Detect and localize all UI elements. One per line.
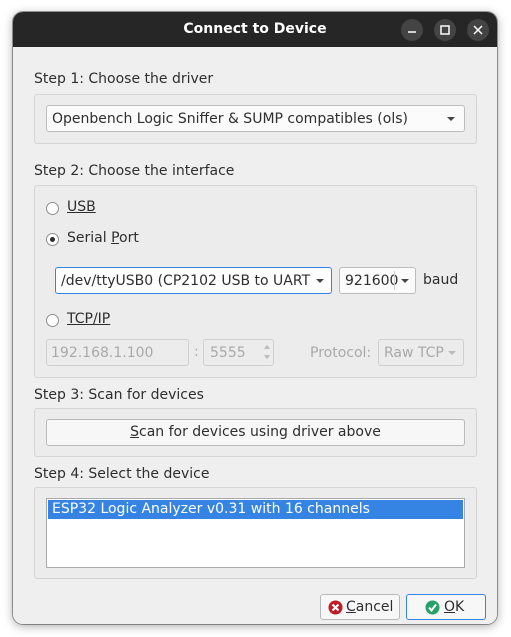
protocol-value: Raw TCP xyxy=(384,345,444,361)
host-port-separator: : xyxy=(194,344,199,360)
ok-button[interactable]: OK xyxy=(406,594,486,620)
host-value: 192.168.1.100 xyxy=(51,345,154,361)
radio-dot xyxy=(50,237,55,242)
device-group: ESP32 Logic Analyzer v0.31 with 16 chann… xyxy=(34,487,477,579)
step2-label: Step 2: Choose the interface xyxy=(34,163,235,179)
scan-accel: S xyxy=(130,424,139,440)
driver-value: Openbench Logic Sniffer & SUMP compatibl… xyxy=(52,111,408,127)
scan-group: Scan for devices using driver above xyxy=(34,408,477,457)
protocol-label: Protocol: xyxy=(310,345,372,361)
baudrate-value: 921600 xyxy=(345,273,399,289)
protocol-select[interactable]: Raw TCP xyxy=(378,339,464,366)
step4-label: Step 4: Select the device xyxy=(34,466,210,482)
driver-group: Openbench Logic Sniffer & SUMP compatibl… xyxy=(34,94,477,144)
chevron-down-icon xyxy=(447,117,455,121)
close-button[interactable] xyxy=(467,19,489,41)
ok-rest: K xyxy=(455,599,465,615)
window-title: Connect to Device xyxy=(183,21,327,37)
tcp-port-value: 5555 xyxy=(210,345,246,361)
tcpip-radio[interactable] xyxy=(46,314,59,327)
tcpip-label-text: TCP/IP xyxy=(67,311,111,327)
serial-label-post: ort xyxy=(119,230,139,246)
tcpip-label[interactable]: TCP/IP xyxy=(67,311,110,327)
titlebar: Connect to Device xyxy=(13,12,497,47)
scan-label: can for devices using driver above xyxy=(139,424,381,440)
serial-label-pre: Serial xyxy=(67,230,112,246)
chevron-down-icon xyxy=(448,351,456,355)
chevron-down-icon xyxy=(316,279,324,283)
usb-label[interactable]: USB xyxy=(67,199,96,215)
tcp-port-spinbox[interactable]: 5555 xyxy=(203,339,274,366)
cancel-rest: ancel xyxy=(355,599,394,615)
cancel-icon xyxy=(328,600,343,615)
connect-dialog: Connect to Device Step 1: Choose the dri… xyxy=(13,12,497,624)
host-input[interactable]: 192.168.1.100 xyxy=(46,339,189,366)
baud-label: baud xyxy=(423,272,459,288)
usb-label-text: USB xyxy=(67,199,96,215)
ok-accel: O xyxy=(444,599,456,615)
interface-group: USB Serial Port /dev/ttyUSB0 (CP2102 USB… xyxy=(34,185,477,378)
usb-radio[interactable] xyxy=(46,202,59,215)
device-list-item[interactable]: ESP32 Logic Analyzer v0.31 with 16 chann… xyxy=(48,500,463,519)
minimize-button[interactable] xyxy=(401,19,423,41)
close-icon xyxy=(473,25,483,35)
maximize-icon xyxy=(440,25,450,35)
cancel-label: Cancel xyxy=(346,599,393,615)
serial-port-value: /dev/ttyUSB0 (CP2102 USB to UART B xyxy=(61,273,311,289)
step3-label: Step 3: Scan for devices xyxy=(34,387,204,403)
minimize-icon xyxy=(408,31,416,33)
driver-select[interactable]: Openbench Logic Sniffer & SUMP compatibl… xyxy=(46,105,465,132)
dialog-body: Step 1: Choose the driver Openbench Logi… xyxy=(13,47,497,624)
combo-divider xyxy=(394,271,395,290)
spin-up-icon[interactable] xyxy=(264,345,270,349)
serial-port-radio[interactable] xyxy=(46,233,59,246)
serial-label-accel: P xyxy=(111,230,120,246)
device-list[interactable]: ESP32 Logic Analyzer v0.31 with 16 chann… xyxy=(46,498,465,568)
ok-label: OK xyxy=(444,599,464,615)
baudrate-select[interactable]: 921600 xyxy=(339,267,416,294)
maximize-button[interactable] xyxy=(434,19,456,41)
spin-down-icon[interactable] xyxy=(264,355,270,359)
ok-icon xyxy=(425,600,440,615)
chevron-down-icon xyxy=(401,279,409,283)
step1-label: Step 1: Choose the driver xyxy=(34,71,214,87)
serial-port-input[interactable]: /dev/ttyUSB0 (CP2102 USB to UART B xyxy=(55,267,332,294)
scan-button[interactable]: Scan for devices using driver above xyxy=(46,419,465,446)
cancel-accel: C xyxy=(346,599,356,615)
serial-port-label[interactable]: Serial Port xyxy=(67,230,139,246)
cancel-button[interactable]: Cancel xyxy=(320,594,400,620)
